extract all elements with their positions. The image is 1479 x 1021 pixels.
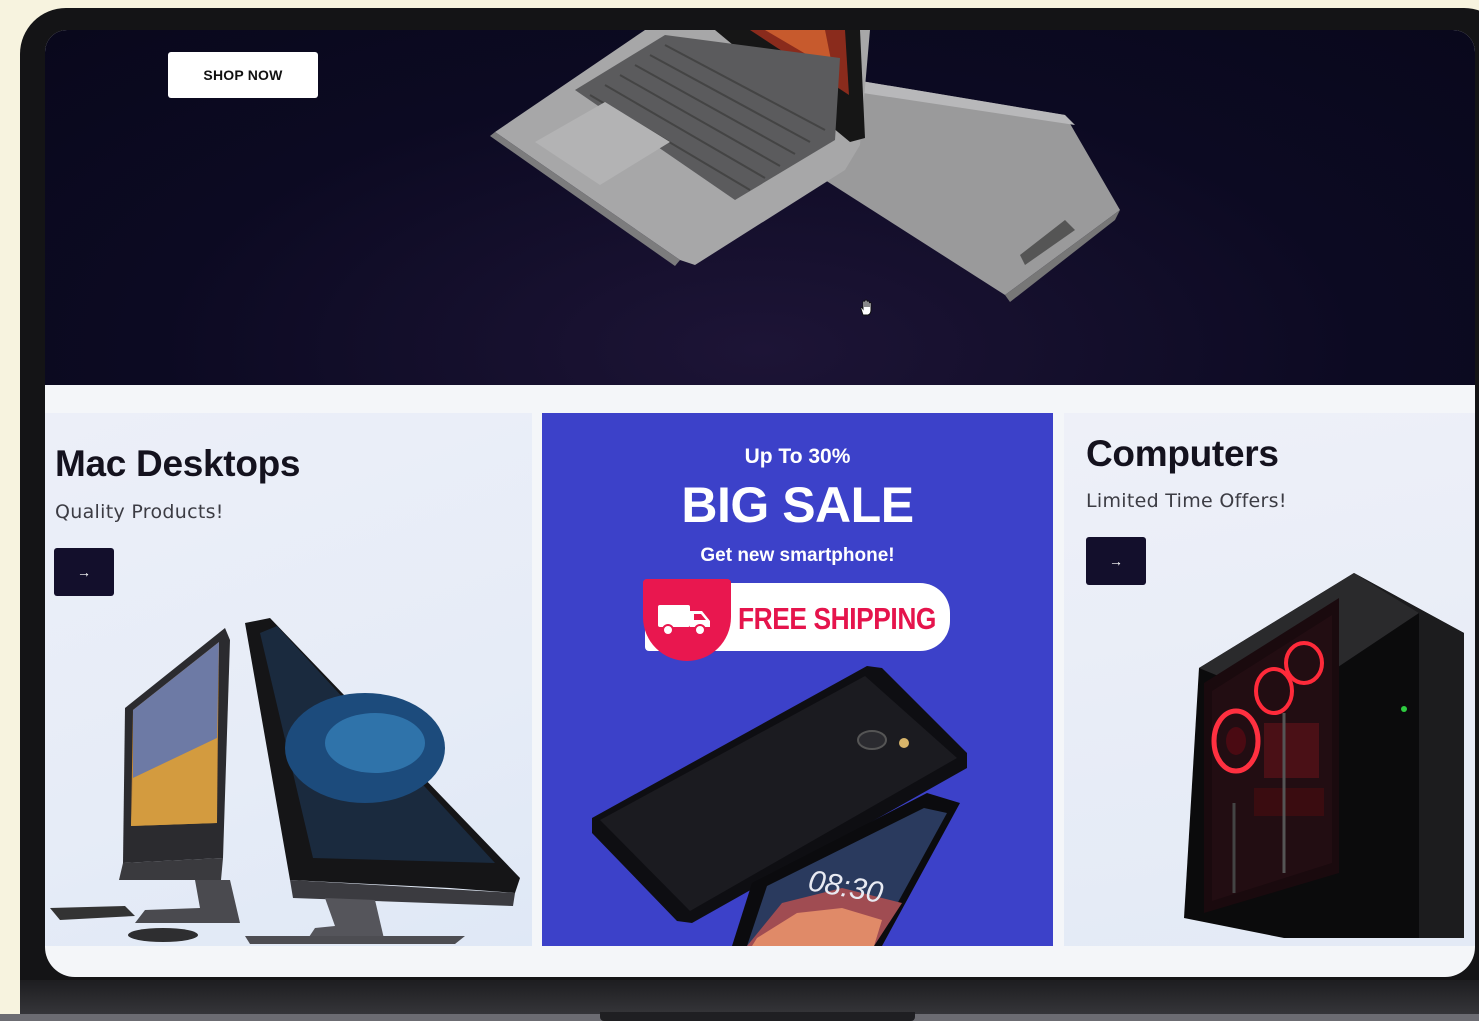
computers-arrow-button[interactable]: → — [1086, 537, 1146, 585]
mac-desktops-arrow-button[interactable]: → — [54, 548, 114, 596]
free-shipping-label: FREE SHIPPING — [738, 601, 936, 636]
card-title: Mac Desktops — [55, 443, 301, 484]
truck-icon — [658, 605, 710, 636]
category-card-computers[interactable]: Computers Limited Time Offers! → — [1064, 413, 1475, 946]
laptop-notch — [600, 1012, 915, 1021]
shop-now-button[interactable]: SHOP NOW — [168, 52, 318, 98]
arrow-right-icon: → — [77, 564, 91, 580]
sale-subline: Get new smartphone! — [700, 545, 895, 566]
category-card-mac-desktops[interactable]: Mac Desktops Quality Products! → — [45, 413, 532, 946]
card-title: Computers — [1086, 433, 1279, 474]
gaming-pc-product-image — [1184, 573, 1464, 938]
hand-icon — [860, 299, 872, 316]
smartphone-product-image: 08:30 — [592, 666, 967, 946]
sale-headline: BIG SALE — [681, 477, 914, 533]
laptop-product-image — [490, 30, 1120, 302]
imac-product-image — [50, 618, 520, 944]
hero-banner: SHOP NOW — [45, 30, 1475, 385]
big-sale-banner[interactable]: Up To 30% BIG SALE Get new smartphone! F… — [542, 413, 1053, 946]
sale-discount-text: Up To 30% — [744, 445, 851, 468]
arrow-right-icon: → — [1109, 553, 1123, 569]
card-subtitle: Limited Time Offers! — [1086, 490, 1287, 512]
screen: SHOP NOW Mac Desktops Quality Products! … — [45, 30, 1475, 977]
card-subtitle: Quality Products! — [55, 501, 224, 523]
